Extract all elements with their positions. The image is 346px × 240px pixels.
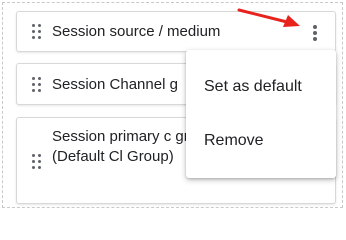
dimension-list-panel: Session source / medium Session Channel … — [2, 2, 343, 208]
dimension-item[interactable]: Session source / medium — [16, 11, 336, 52]
drag-handle-icon[interactable] — [32, 24, 41, 39]
context-menu: Set as default Remove — [186, 50, 336, 178]
drag-handle-icon[interactable] — [32, 77, 41, 92]
menu-item-set-as-default[interactable]: Set as default — [186, 67, 336, 107]
menu-item-remove[interactable]: Remove — [186, 121, 336, 161]
drag-handle-icon[interactable] — [32, 154, 41, 169]
dimension-label: Session source / medium — [52, 23, 221, 40]
more-vert-icon[interactable] — [313, 25, 317, 41]
dimension-label: Session Channel g — [52, 76, 178, 93]
